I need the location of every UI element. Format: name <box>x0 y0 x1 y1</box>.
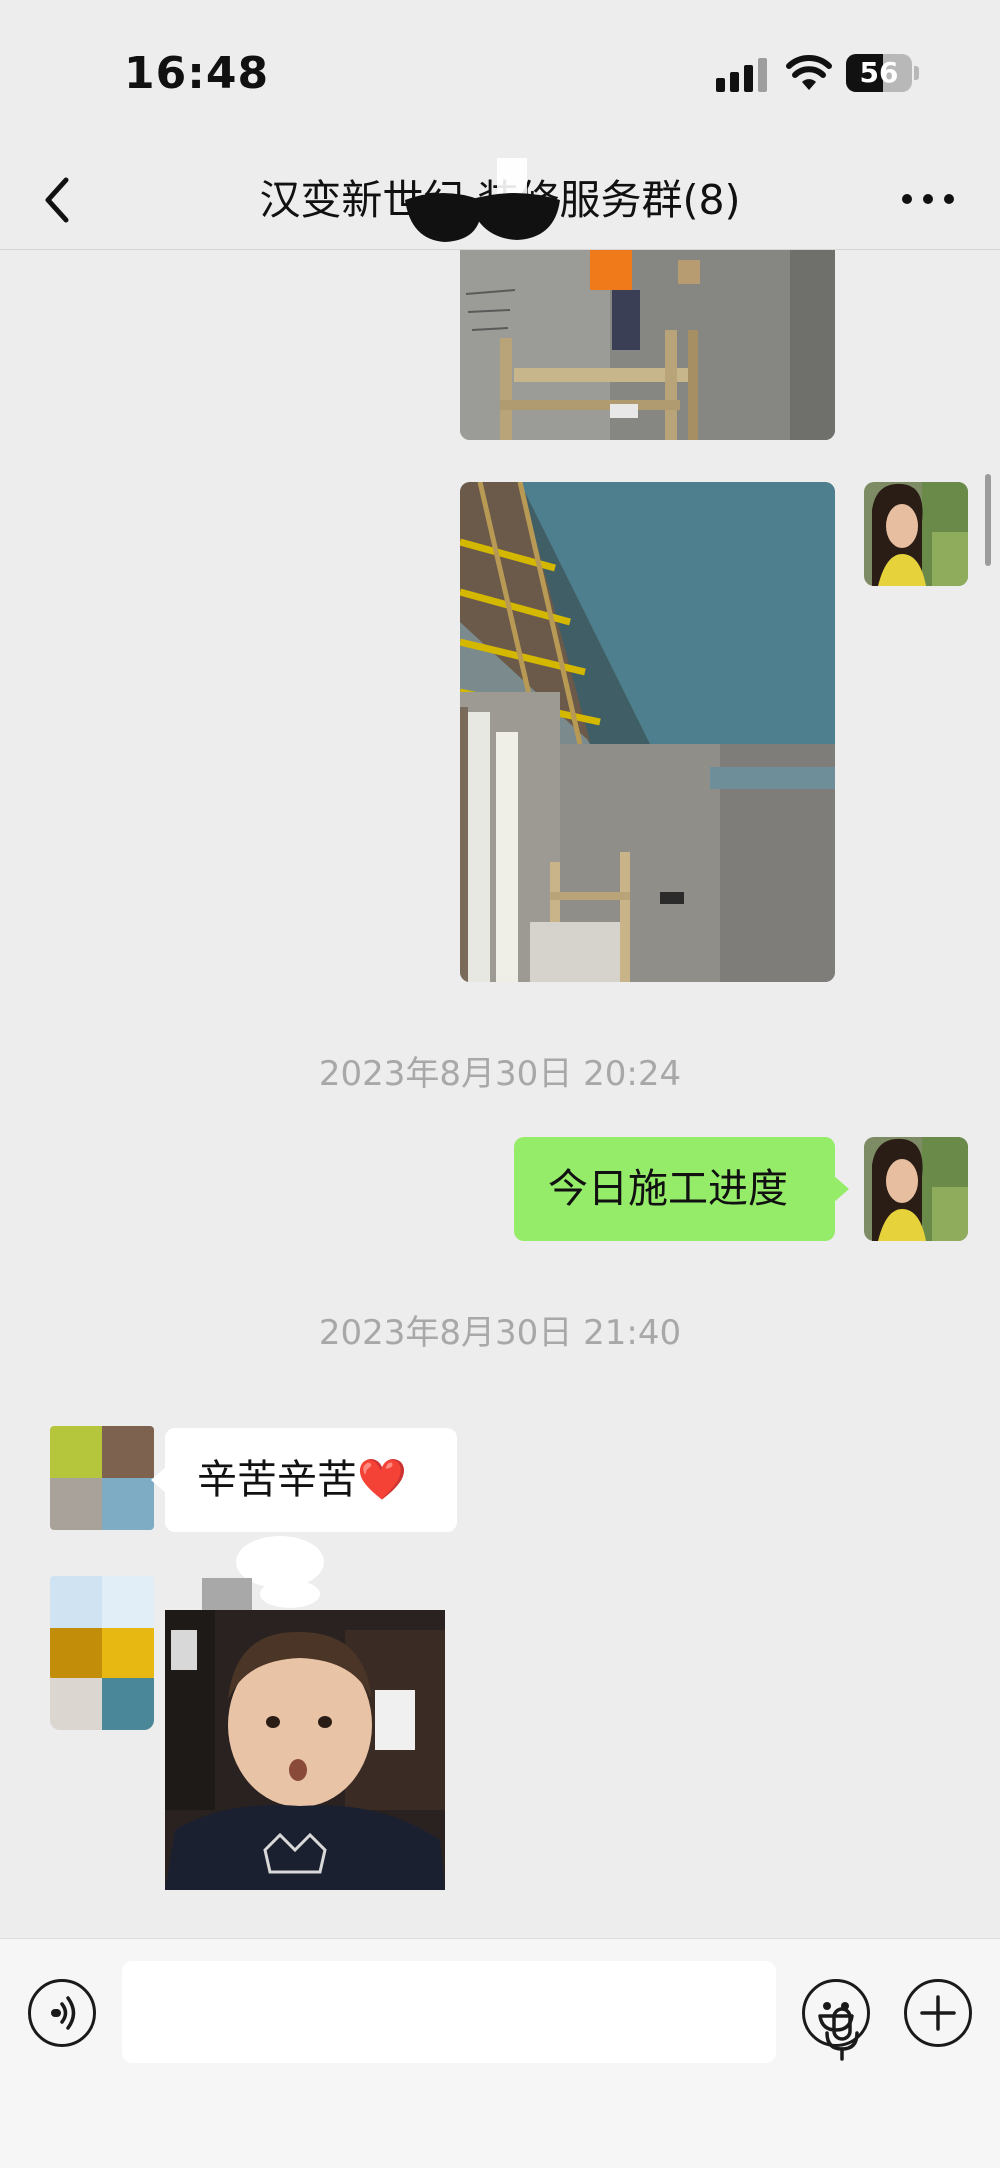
avatar-image <box>864 1137 968 1241</box>
message-bubble-other[interactable]: 辛苦辛苦❤️ <box>151 1428 457 1532</box>
other-avatar[interactable] <box>50 1426 154 1530</box>
message-input[interactable] <box>122 1961 859 2063</box>
other-avatar-lower <box>50 1678 154 1730</box>
message-bubble-self[interactable]: 今日施工进度 <box>514 1137 849 1241</box>
more-icon[interactable] <box>902 184 954 214</box>
status-time: 16:48 <box>124 48 270 99</box>
self-avatar[interactable] <box>864 482 968 586</box>
sticker-baby <box>165 1610 445 1890</box>
timestamp: 2023年8月30日 21:40 <box>318 1313 682 1353</box>
plus-icon[interactable] <box>904 1979 972 2047</box>
avatar-image <box>864 482 968 586</box>
photo-construction-ladder <box>460 250 835 440</box>
input-bar <box>0 1938 1000 2168</box>
scroll-indicator[interactable] <box>985 474 991 566</box>
other-avatar[interactable] <box>50 1576 154 1680</box>
sticker-message[interactable] <box>165 1610 445 1890</box>
battery-nub <box>914 66 919 80</box>
emoji-icon[interactable] <box>802 1979 870 2047</box>
chat-header: 汉变新世纪 装修服务群(8) <box>0 150 1000 250</box>
signal-icon <box>716 58 768 92</box>
wifi-icon <box>786 55 832 90</box>
chat-image-construction-ladder[interactable] <box>460 250 835 440</box>
chat-image-ceiling-frame[interactable] <box>460 482 835 982</box>
voice-mode-icon[interactable] <box>28 1979 96 2047</box>
photo-ceiling-frame <box>460 482 835 982</box>
battery-level: 56 <box>859 56 899 89</box>
chevron-left-icon[interactable] <box>36 174 84 226</box>
self-avatar[interactable] <box>864 1137 968 1241</box>
status-bar: 16:48 56 <box>0 0 1000 150</box>
timestamp: 2023年8月30日 20:24 <box>318 1054 682 1094</box>
redaction-mask <box>202 1536 324 1612</box>
battery-icon: 56 <box>846 54 912 92</box>
avatar-image <box>50 1576 154 1680</box>
avatar-image <box>50 1426 154 1530</box>
redaction-mask <box>405 158 560 242</box>
